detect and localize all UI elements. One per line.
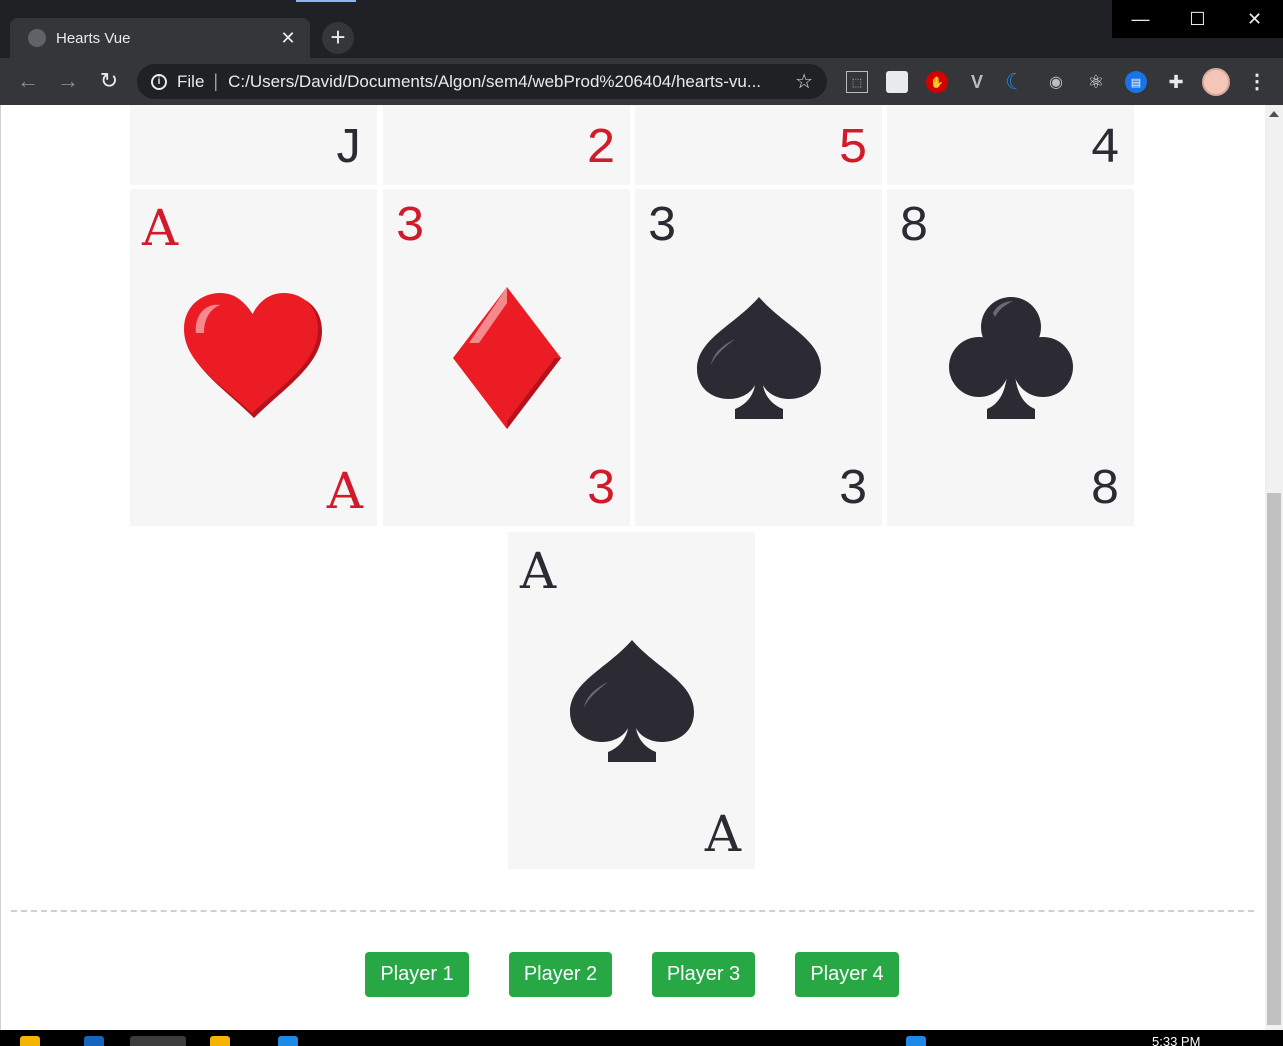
profile-avatar[interactable] [1202,68,1230,96]
globe-icon [28,29,46,47]
back-button[interactable]: ← [14,68,42,96]
card-three-of-diamonds[interactable]: 3 3 [383,189,630,526]
card-top-4[interactable]: 4 [887,105,1134,185]
vertical-scrollbar[interactable] [1265,105,1283,1030]
app-icon[interactable] [210,1036,230,1046]
stop-icon[interactable]: ✋ [926,71,948,93]
close-window-button[interactable]: ✕ [1226,0,1283,38]
puzzle-icon[interactable]: ✚ [1165,71,1187,93]
app-icon[interactable] [84,1036,104,1046]
address-separator: | [213,71,219,91]
tab-accent [296,0,356,2]
card-rank: J [332,121,363,178]
card-rank-top: 8 [899,199,930,256]
card-rank-bottom: 3 [585,462,616,519]
player-4-button[interactable]: Player 4 [795,952,899,997]
card-rank-top: 3 [395,199,426,256]
card-top-2[interactable]: 2 [383,105,630,185]
player-3-button[interactable]: Player 3 [652,952,755,997]
browser-tab[interactable]: Hearts Vue ✕ [10,18,310,58]
dashed-divider [11,910,1254,912]
heart-suit-icon [183,292,322,418]
minimize-button[interactable]: — [1112,0,1169,38]
card-rank: 2 [585,121,616,178]
chrome-taskbar-icon[interactable] [130,1036,186,1046]
card-rank: 5 [837,121,868,178]
card-rank-bottom: 8 [1089,462,1120,519]
new-tab-button[interactable]: + [322,22,354,54]
bookmark-star-icon[interactable]: ☆ [795,69,813,94]
player-1-button[interactable]: Player 1 [365,952,469,997]
browser-toolbar: ← → ↻ i File | C:/Users/David/Documents/… [0,58,1283,105]
reload-button[interactable]: ↻ [95,68,123,96]
pdf-icon[interactable]: ⬚ [846,71,868,93]
scheme-label: File [177,71,205,91]
moon-icon[interactable]: ☾ [1004,69,1026,94]
doc-icon[interactable]: ▤ [1125,71,1147,93]
diamond-suit-icon [452,286,561,429]
app-icon[interactable] [906,1036,926,1046]
app-icon[interactable] [278,1036,298,1046]
card-top-1[interactable]: J [130,105,377,185]
card-rank-top: A [142,199,179,257]
card-rank: 4 [1089,121,1120,178]
card-rank-bottom: A [704,805,741,863]
taskbar-clock: 5:33 PM [1152,1034,1201,1046]
card-rank-bottom: 3 [837,462,868,519]
os-taskbar: 5:33 PM [0,1030,1283,1046]
card-rank-top: 3 [647,199,678,256]
card-top-3[interactable]: 5 [635,105,882,185]
image-icon[interactable] [886,71,908,93]
card-three-of-spades[interactable]: 3 3 [635,189,882,526]
page-viewport: J 2 5 4 A A 3 3 3 3 8 8 A A Player 1 Pla… [0,105,1265,1030]
card-rank-top: A [520,542,557,600]
tab-title: Hearts Vue [56,29,131,47]
club-suit-icon [948,296,1073,419]
url-text[interactable]: C:/Users/David/Documents/Algon/sem4/webP… [228,72,783,92]
spade-suit-icon [569,639,694,762]
info-icon[interactable]: i [151,73,167,90]
camera-icon[interactable]: ◉ [1045,71,1067,93]
react-icon[interactable]: ⚛ [1085,71,1107,93]
address-bar[interactable]: i File | C:/Users/David/Documents/Algon/… [137,64,827,99]
folder-icon[interactable] [20,1036,40,1046]
scroll-up-arrow-icon[interactable] [1269,111,1279,117]
close-tab-icon[interactable]: ✕ [278,28,298,49]
forward-button[interactable]: → [54,68,82,96]
card-ace-of-hearts[interactable]: A A [130,189,377,526]
vue-icon[interactable]: V [966,71,988,93]
menu-dots-icon[interactable]: ⋮ [1247,69,1267,94]
player-2-button[interactable]: Player 2 [509,952,612,997]
tab-strip: Hearts Vue ✕ + — ☐ ✕ [0,0,1283,58]
spade-suit-icon [696,296,821,419]
card-rank-bottom: A [326,462,363,520]
card-eight-of-clubs[interactable]: 8 8 [887,189,1134,526]
maximize-button[interactable]: ☐ [1169,0,1226,38]
card-ace-of-spades[interactable]: A A [508,532,755,869]
scroll-thumb[interactable] [1267,493,1281,1025]
